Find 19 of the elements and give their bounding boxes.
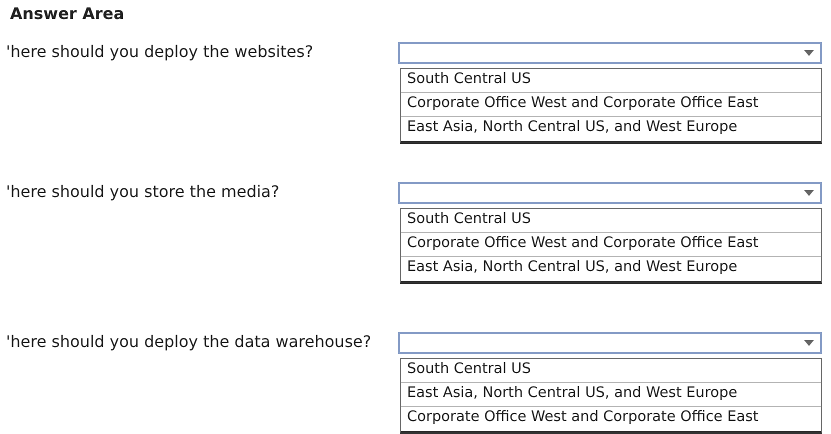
caret-icon — [804, 340, 814, 346]
answer-dropdown[interactable] — [398, 42, 822, 64]
dropdown-option[interactable]: East Asia, North Central US, and West Europe — [401, 383, 821, 407]
answer-dropdown[interactable] — [398, 332, 822, 354]
caret-icon — [804, 190, 814, 196]
answer-area-title: Answer Area — [9, 3, 124, 25]
answer-dropdown[interactable] — [398, 182, 822, 204]
dropdown-option[interactable]: Corporate Office West and Corporate Office East — [401, 233, 821, 257]
dropdown-option[interactable]: South Central US — [401, 69, 821, 93]
question-text: 'here should you deploy the websites? — [5, 41, 314, 61]
dropdown-option[interactable]: East Asia, North Central US, and West Europe — [401, 257, 821, 281]
dropdown-option[interactable]: Corporate Office West and Corporate Office East — [401, 93, 821, 117]
dropdown-option[interactable]: South Central US — [401, 209, 821, 233]
question-text: 'here should you store the media? — [5, 181, 280, 201]
dropdown-option[interactable]: South Central US — [401, 359, 821, 383]
caret-icon — [804, 50, 814, 56]
dropdown-option[interactable]: East Asia, North Central US, and West Europe — [401, 117, 821, 141]
dropdown-option[interactable]: Corporate Office West and Corporate Office East — [401, 407, 821, 431]
question-text: 'here should you deploy the data warehouse? — [5, 331, 372, 351]
